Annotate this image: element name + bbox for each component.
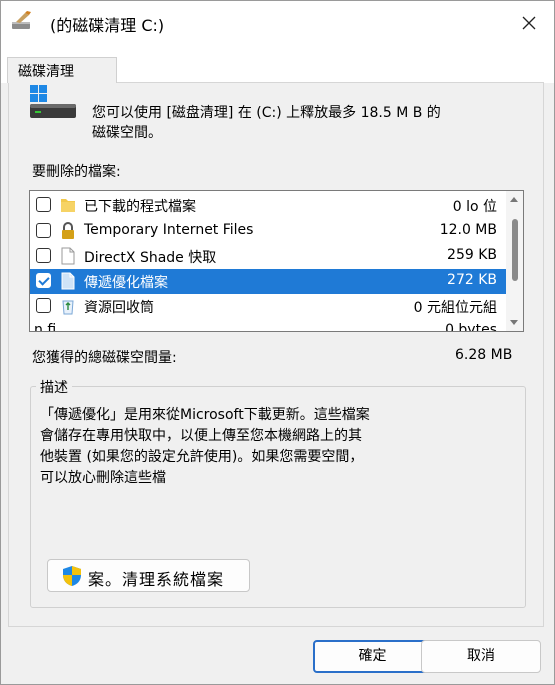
lock-icon bbox=[62, 222, 74, 239]
folder-icon bbox=[61, 199, 75, 212]
item-size: 272 KB bbox=[447, 272, 497, 288]
uac-shield-icon bbox=[63, 566, 81, 586]
scroll-down-arrow-icon[interactable] bbox=[510, 320, 518, 325]
tab-disk-cleanup[interactable]: 磁碟清理 bbox=[7, 57, 117, 83]
item-checkbox[interactable] bbox=[36, 298, 51, 313]
item-checkbox[interactable] bbox=[36, 223, 51, 238]
disk-cleanup-app-icon bbox=[12, 11, 31, 29]
close-button[interactable] bbox=[509, 7, 549, 39]
scroll-thumb[interactable] bbox=[512, 219, 518, 281]
file-icon bbox=[61, 247, 75, 265]
description-text: 「傳遞優化」是用來從Microsoft下載更新。這些檔案會儲存在專用快取中，以便… bbox=[40, 407, 370, 486]
close-icon bbox=[522, 16, 536, 30]
total-space-label: 您獲得的總磁碟空間量: bbox=[32, 350, 177, 366]
list-item[interactable]: DirectX Shade 快取 259 KB bbox=[30, 244, 507, 269]
item-name: n fi bbox=[34, 322, 57, 332]
scroll-up-arrow-icon[interactable] bbox=[510, 197, 518, 202]
list-scrollbar[interactable] bbox=[506, 191, 523, 331]
item-name: DirectX Shade 快取 bbox=[84, 250, 217, 266]
item-name: 資源回收筒 bbox=[84, 300, 154, 316]
files-to-delete-label: 要刪除的檔案: bbox=[32, 164, 121, 180]
file-icon bbox=[61, 272, 75, 290]
item-checkbox-checked[interactable] bbox=[36, 273, 51, 288]
ok-button[interactable]: 確定 bbox=[313, 640, 432, 673]
list-item[interactable]: 已下載的程式檔案 0 lo 位 bbox=[30, 193, 507, 218]
item-name: 傳遞優化檔案 bbox=[84, 275, 168, 291]
list-item[interactable]: 資源回收筒 0 元組位元組 bbox=[30, 294, 507, 319]
item-size: 12.0 MB bbox=[439, 222, 497, 238]
description-legend: 描述 bbox=[36, 377, 72, 397]
item-size: 259 KB bbox=[447, 247, 497, 263]
clean-up-system-files-label: 案。清理系統檔案 bbox=[88, 570, 225, 589]
item-name: 已下載的程式檔案 bbox=[84, 199, 196, 215]
intro-text: 您可以使用 [磁盘清理] 在 (C:) 上釋放最多 18.5 M B 的磁碟空間… bbox=[92, 105, 441, 141]
item-size: 0 lo 位 bbox=[452, 199, 497, 215]
list-item[interactable]: n fi 0 bytes bbox=[30, 319, 507, 332]
title-bar: (的磁碟清理 C:) bbox=[1, 1, 554, 47]
drive-icon bbox=[30, 85, 76, 118]
recycle-bin-icon bbox=[62, 300, 74, 315]
list-item[interactable]: Temporary Internet Files 12.0 MB bbox=[30, 219, 507, 244]
item-size: 0 bytes bbox=[445, 322, 497, 332]
tab-panel-border bbox=[117, 82, 543, 83]
files-list[interactable]: 已下載的程式檔案 0 lo 位 Temporary Internet Files… bbox=[29, 190, 524, 332]
item-name: Temporary Internet Files bbox=[84, 222, 254, 238]
window-title: (的磁碟清理 C:) bbox=[50, 16, 165, 35]
item-size: 0 元組位元組 bbox=[413, 300, 497, 316]
item-checkbox[interactable] bbox=[36, 197, 51, 212]
cancel-button[interactable]: 取消 bbox=[421, 640, 541, 673]
clean-up-system-files-button[interactable]: 案。清理系統檔案 bbox=[47, 559, 250, 592]
total-space-value: 6.28 MB bbox=[455, 347, 513, 363]
list-item-selected[interactable]: 傳遞優化檔案 272 KB bbox=[30, 269, 507, 294]
item-checkbox[interactable] bbox=[36, 248, 51, 263]
